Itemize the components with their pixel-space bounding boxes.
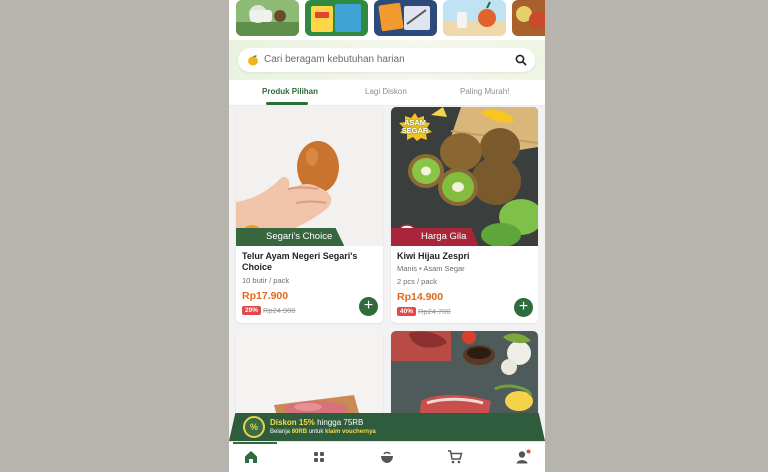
product-unit: 2 pcs / pack xyxy=(397,277,438,286)
home-icon[interactable] xyxy=(243,449,259,465)
search-placeholder: Cari beragam kebutuhan harian xyxy=(264,54,405,65)
promo-subline: Belanja 80RB untuk klaim vouchernya xyxy=(270,429,376,435)
product-name: Kiwi Hijau Zespri xyxy=(397,251,470,261)
product-price: Rp17.900 xyxy=(242,290,289,302)
promo-subline-part: untuk xyxy=(307,429,326,435)
original-price: Rp24.900 xyxy=(263,306,296,315)
asam-segar-sticker: ASAM SEGAR xyxy=(397,113,433,141)
recipe-bowl-icon[interactable] xyxy=(379,449,395,465)
banner-card[interactable] xyxy=(374,0,437,36)
banner-card[interactable] xyxy=(305,0,368,36)
banner-carousel[interactable] xyxy=(229,0,545,40)
tab-lagi-diskon[interactable]: Lagi Diskon xyxy=(365,87,407,96)
product-card[interactable]: Segari's Choice Telur Ayam Negeri Segari… xyxy=(236,107,383,323)
active-tab-indicator xyxy=(266,102,308,105)
harga-gila-ribbon: Harga Gila xyxy=(391,228,479,246)
product-tabs: Produk Pilihan Lagi Diskon Paling Murah! xyxy=(229,80,545,106)
app-screen: Cari beragam kebutuhan harian Produk Pil… xyxy=(229,0,545,472)
promo-subline-part: Belanja xyxy=(270,429,292,435)
percent-badge-icon: % xyxy=(243,416,265,438)
discount-badge: 40% xyxy=(397,307,417,316)
search-input[interactable]: Cari beragam kebutuhan harian xyxy=(238,48,535,72)
product-variant: Manis • Asam Segar xyxy=(397,264,465,273)
tab-paling-murah[interactable]: Paling Murah! xyxy=(460,87,509,96)
category-grid-icon[interactable] xyxy=(311,449,327,465)
original-price: Rp24.700 xyxy=(418,307,451,316)
promo-headline: Diskon 15% hingga 75RB xyxy=(270,418,363,427)
lemon-logo-icon xyxy=(248,55,258,66)
product-price: Rp14.900 xyxy=(397,291,444,303)
add-to-cart-button[interactable]: + xyxy=(514,298,533,317)
promo-min-spend: 80RB xyxy=(291,429,308,435)
plus-icon: + xyxy=(363,297,374,314)
account-icon[interactable] xyxy=(515,449,531,465)
promo-claim-text[interactable]: klaim vouchernya xyxy=(325,429,376,435)
segari-choice-ribbon: Segari's Choice xyxy=(236,228,345,246)
tab-produk-pilihan[interactable]: Produk Pilihan xyxy=(262,87,318,96)
promo-discount-text: Diskon 15% xyxy=(270,418,315,427)
bottom-navigation xyxy=(229,441,545,472)
promo-limit-text: hingga 75RB xyxy=(314,418,364,427)
voucher-promo-banner[interactable]: % Diskon 15% hingga 75RB Belanja 80RB un… xyxy=(229,413,545,441)
search-icon[interactable] xyxy=(515,54,527,66)
banner-card[interactable] xyxy=(443,0,506,36)
product-card[interactable]: ASAM SEGAR Rp Harga Gila Kiwi Hijau Zesp… xyxy=(391,107,538,323)
plus-icon: + xyxy=(518,298,529,315)
product-name: Telur Ayam Negeri Segari's Choice xyxy=(242,251,358,272)
product-unit: 10 butir / pack xyxy=(242,276,290,285)
banner-card[interactable] xyxy=(512,0,545,36)
search-section: Cari beragam kebutuhan harian xyxy=(229,40,545,80)
add-to-cart-button[interactable]: + xyxy=(359,297,378,316)
sticker-line-2: SEGAR xyxy=(401,126,429,135)
discount-badge: 29% xyxy=(242,306,262,315)
banner-card[interactable] xyxy=(236,0,299,36)
notification-dot xyxy=(526,449,531,454)
active-nav-indicator xyxy=(233,442,277,444)
cart-icon[interactable] xyxy=(447,449,463,465)
